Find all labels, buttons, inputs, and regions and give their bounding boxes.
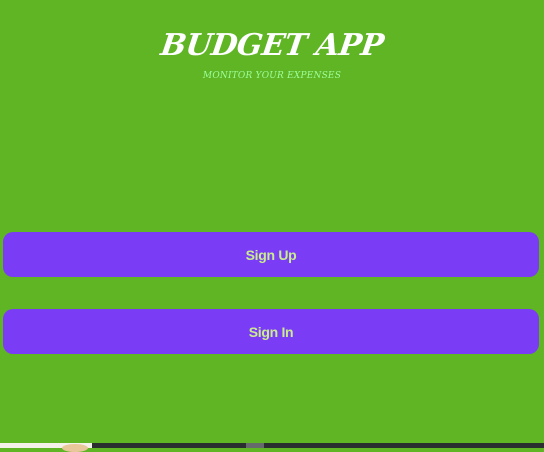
sign-in-label: Sign In [248, 323, 294, 340]
app-header: BUDGET APP MONITOR YOUR EXPENSES [0, 28, 544, 82]
app-subtitle: MONITOR YOUR EXPENSES [202, 71, 342, 81]
bottom-strip [0, 443, 544, 452]
sign-up-button[interactable]: Sign Up [3, 232, 539, 277]
sign-up-label: Sign Up [245, 246, 297, 263]
bottom-strip-mark [246, 443, 264, 448]
app-title: BUDGET APP [158, 28, 386, 63]
bottom-strip-right [92, 443, 544, 448]
bottom-strip-dot [62, 444, 88, 452]
sign-in-button[interactable]: Sign In [3, 309, 539, 354]
bottom-strip-left [0, 443, 92, 452]
